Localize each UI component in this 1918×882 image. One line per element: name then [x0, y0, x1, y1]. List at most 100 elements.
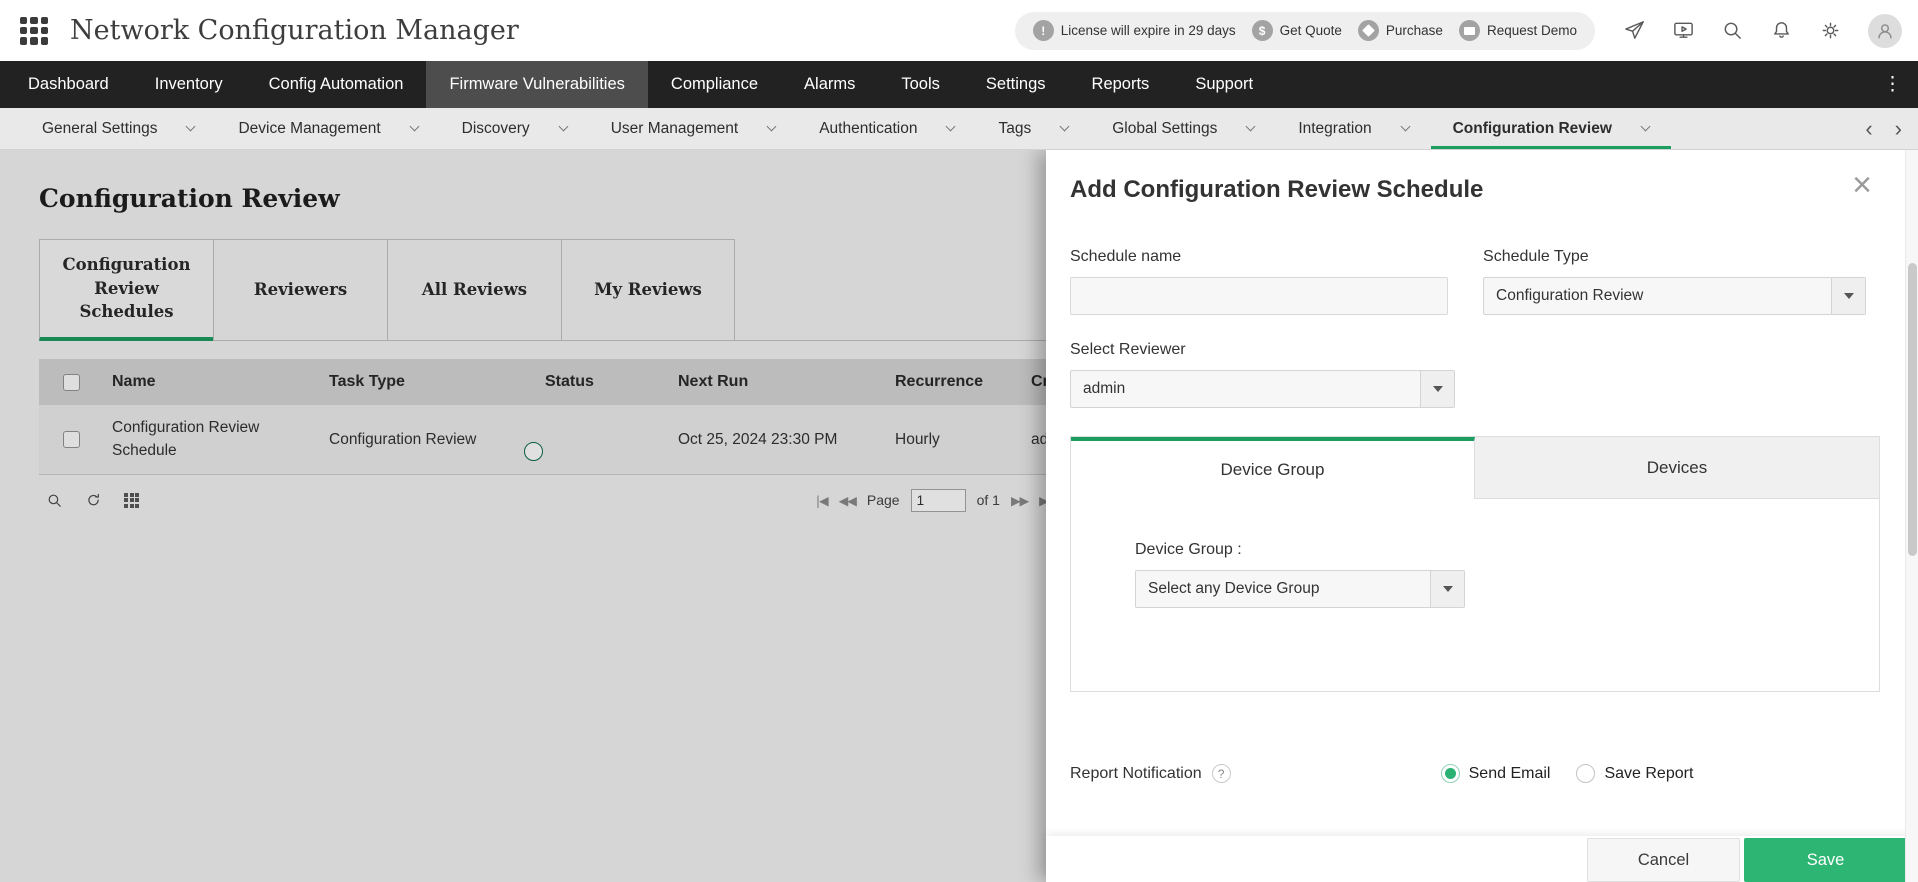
select-reviewer-label: Select Reviewer: [1070, 341, 1186, 358]
schedule-name-input[interactable]: [1070, 277, 1449, 315]
schedule-name-label: Schedule name: [1070, 248, 1182, 265]
pagination: |◀ ◀◀ Page of 1 ▶▶ ▶|: [816, 488, 1052, 512]
nav-config-automation[interactable]: Config Automation: [246, 61, 427, 108]
row-checkbox[interactable]: [62, 431, 80, 448]
nav-overflow-icon[interactable]: ⋮: [1867, 61, 1918, 108]
subnav-discovery[interactable]: Discovery: [440, 108, 589, 149]
chevron-down-icon: [409, 121, 420, 132]
device-group-select[interactable]: Select any Device Group: [1135, 570, 1465, 608]
panel-scrollbar[interactable]: [1905, 150, 1918, 882]
chevron-down-icon: [558, 121, 569, 132]
close-icon[interactable]: ×: [1852, 168, 1872, 202]
col-next-run: Next Run: [678, 373, 749, 390]
subnav-scroll-left-icon[interactable]: ‹: [1865, 116, 1872, 142]
schedules-table: Name Task Type Status Next Run Recurrenc…: [39, 359, 1163, 475]
tab-device-group[interactable]: Device Group: [1071, 437, 1475, 499]
nav-tools[interactable]: Tools: [878, 61, 963, 108]
radio-unselected-icon: [1576, 764, 1596, 783]
user-avatar[interactable]: [1868, 13, 1902, 48]
cell-name: Configuration Review Schedule: [112, 419, 260, 459]
add-schedule-panel: Add Configuration Review Schedule × Sche…: [1046, 150, 1918, 882]
report-notification-label: Report Notification: [1070, 764, 1202, 782]
select-all-checkbox[interactable]: [62, 373, 80, 391]
col-recurrence: Recurrence: [895, 373, 984, 390]
col-status: Status: [545, 373, 594, 390]
refresh-icon[interactable]: [85, 492, 102, 509]
first-page-icon[interactable]: |◀: [816, 493, 829, 508]
subnav-scroll-right-icon[interactable]: ›: [1895, 116, 1902, 142]
panel-footer: Cancel Save: [1046, 836, 1918, 882]
subnav-authentication[interactable]: Authentication: [797, 108, 976, 149]
chevron-down-icon: [1640, 121, 1651, 132]
dollar-icon: $: [1251, 20, 1273, 41]
nav-reports[interactable]: Reports: [1069, 61, 1173, 108]
app-title: Network Configuration Manager: [70, 15, 519, 46]
page-number-input[interactable]: [910, 488, 966, 512]
apps-grid-icon[interactable]: [20, 16, 48, 45]
reviewer-select[interactable]: admin: [1070, 370, 1455, 408]
screen-icon: [1458, 20, 1480, 41]
subnav-general-settings[interactable]: General Settings: [20, 108, 216, 149]
radio-send-email[interactable]: Send Email: [1440, 764, 1550, 783]
page-of-label: of 1: [976, 492, 1000, 508]
nav-firmware-vulnerabilities[interactable]: Firmware Vulnerabilities: [426, 61, 648, 108]
tab-filler: [735, 239, 1046, 341]
main-nav: Dashboard Inventory Config Automation Fi…: [0, 61, 1918, 108]
paper-plane-icon[interactable]: [1623, 19, 1646, 42]
schedule-type-label: Schedule Type: [1483, 248, 1589, 265]
table-search-icon[interactable]: [46, 492, 63, 509]
request-demo-button[interactable]: Request Demo: [1458, 20, 1577, 41]
table-header-row: Name Task Type Status Next Run Recurrenc…: [39, 359, 1163, 405]
chevron-down-icon: [186, 121, 196, 132]
demo-screen-icon[interactable]: [1672, 19, 1695, 42]
top-header: Network Configuration Manager ! License …: [0, 0, 1918, 61]
tab-reviewers[interactable]: Reviewers: [213, 239, 387, 341]
save-button[interactable]: Save: [1744, 838, 1907, 882]
review-tabs: Configuration Review Schedules Reviewers…: [39, 239, 1046, 341]
purchase-button[interactable]: Purchase: [1357, 20, 1443, 41]
next-page-icon[interactable]: ▶▶: [1011, 493, 1029, 508]
scrollbar-thumb[interactable]: [1908, 263, 1917, 556]
get-quote-button[interactable]: $ Get Quote: [1251, 20, 1342, 41]
gear-icon[interactable]: [1819, 19, 1842, 42]
subnav-device-management[interactable]: Device Management: [216, 108, 439, 149]
person-icon: [1878, 23, 1892, 39]
tab-devices[interactable]: Devices: [1475, 437, 1879, 499]
nav-support[interactable]: Support: [1172, 61, 1276, 108]
search-icon[interactable]: [1721, 19, 1744, 42]
chevron-down-icon: [1831, 278, 1865, 314]
chevron-down-icon: [1430, 571, 1464, 607]
subnav-tags[interactable]: Tags: [976, 108, 1090, 149]
chevron-down-icon: [1059, 121, 1070, 132]
nav-dashboard[interactable]: Dashboard: [5, 61, 132, 108]
radio-selected-icon: [1440, 764, 1460, 783]
cancel-button[interactable]: Cancel: [1587, 838, 1740, 882]
nav-settings[interactable]: Settings: [963, 61, 1069, 108]
nav-inventory[interactable]: Inventory: [132, 61, 246, 108]
license-text: License will expire in 29 days: [1060, 23, 1236, 38]
nav-alarms[interactable]: Alarms: [781, 61, 878, 108]
tag-icon: [1357, 20, 1379, 41]
nav-compliance[interactable]: Compliance: [648, 61, 781, 108]
subnav-configuration-review[interactable]: Configuration Review: [1431, 108, 1671, 149]
page-label: Page: [866, 492, 900, 508]
schedule-type-select[interactable]: Configuration Review: [1483, 277, 1866, 315]
tab-configuration-review-schedules[interactable]: Configuration Review Schedules: [39, 239, 213, 341]
chevron-down-icon: [946, 121, 956, 132]
subnav-integration[interactable]: Integration: [1276, 108, 1430, 149]
prev-page-icon[interactable]: ◀◀: [839, 493, 857, 508]
subnav-global-settings[interactable]: Global Settings: [1090, 108, 1276, 149]
help-icon[interactable]: ?: [1211, 764, 1231, 783]
col-name: Name: [112, 373, 156, 390]
col-task-type: Task Type: [329, 373, 405, 390]
license-icon: !: [1032, 20, 1054, 41]
table-footer: |◀ ◀◀ Page of 1 ▶▶ ▶|: [39, 475, 1052, 525]
license-pill: ! License will expire in 29 days $ Get Q…: [1014, 11, 1595, 50]
subnav-user-management[interactable]: User Management: [589, 108, 798, 149]
cell-next-run: Oct 25, 2024 23:30 PM: [678, 430, 838, 448]
tab-my-reviews[interactable]: My Reviews: [561, 239, 735, 341]
column-chooser-icon[interactable]: [124, 492, 139, 508]
bell-icon[interactable]: [1770, 19, 1793, 42]
tab-all-reviews[interactable]: All Reviews: [387, 239, 561, 341]
radio-save-report[interactable]: Save Report: [1576, 764, 1693, 783]
